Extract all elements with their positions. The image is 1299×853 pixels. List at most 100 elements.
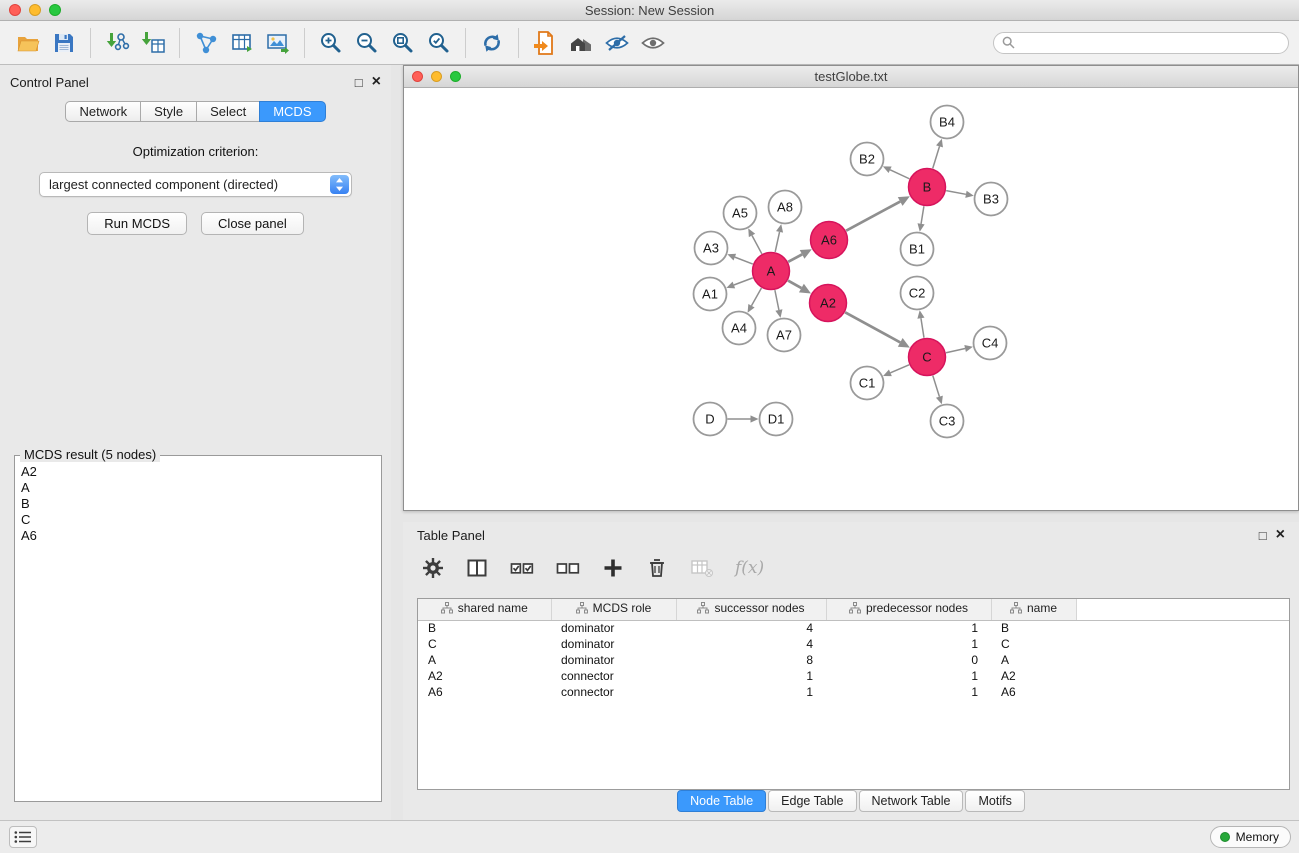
svg-text:D: D: [705, 412, 714, 427]
save-session-button[interactable]: [46, 26, 82, 60]
run-mcds-button[interactable]: Run MCDS: [87, 212, 187, 235]
graph-node-C3[interactable]: C3: [931, 405, 964, 438]
criterion-dropdown[interactable]: largest connected component (directed): [39, 172, 352, 197]
tab-style[interactable]: Style: [140, 101, 196, 122]
network-graph[interactable]: B4 B2 B B3 A5 A8 A6 A3 B1 A C2 A1 A2 A4 A7 C4 C C1 D D1 C3: [404, 89, 1298, 510]
search-input[interactable]: [1020, 36, 1280, 50]
graph-node-A4[interactable]: A4: [723, 312, 756, 345]
network-window-titlebar[interactable]: testGlobe.txt: [404, 66, 1298, 88]
graph-node-B3[interactable]: B3: [975, 183, 1008, 216]
table-settings-button[interactable]: [421, 556, 445, 580]
minimize-window-icon[interactable]: [29, 4, 41, 16]
column-header[interactable]: predecessor nodes: [826, 599, 991, 620]
refresh-view-button[interactable]: [474, 26, 510, 60]
mcds-result-item[interactable]: A: [21, 480, 375, 496]
tab-network-table[interactable]: Network Table: [859, 790, 964, 812]
graph-node-B[interactable]: B: [909, 169, 946, 206]
graph-node-C[interactable]: C: [909, 339, 946, 376]
close-table-panel-icon[interactable]: ×: [1276, 529, 1285, 541]
graph-node-A6[interactable]: A6: [811, 222, 848, 259]
table-row[interactable]: A6connector11A6: [418, 684, 1289, 700]
close-view-icon[interactable]: [412, 71, 423, 82]
minimize-view-icon[interactable]: [431, 71, 442, 82]
table-row[interactable]: Cdominator41C: [418, 636, 1289, 652]
float-table-panel-icon[interactable]: □: [1259, 528, 1267, 543]
graph-node-B1[interactable]: B1: [901, 233, 934, 266]
tab-node-table[interactable]: Node Table: [677, 790, 766, 812]
delete-column-button[interactable]: [645, 556, 669, 580]
maximize-view-icon[interactable]: [450, 71, 461, 82]
home-overview-button[interactable]: [563, 26, 599, 60]
export-image-button[interactable]: [260, 26, 296, 60]
maximize-window-icon[interactable]: [49, 4, 61, 16]
close-panel-button[interactable]: Close panel: [201, 212, 304, 235]
zoom-in-button[interactable]: [313, 26, 349, 60]
table-row[interactable]: Adominator80A: [418, 652, 1289, 668]
graph-node-B4[interactable]: B4: [931, 106, 964, 139]
deselect-all-button[interactable]: [555, 556, 581, 580]
mcds-result-item[interactable]: C: [21, 512, 375, 528]
svg-text:B: B: [923, 180, 932, 195]
graph-node-A2[interactable]: A2: [810, 285, 847, 322]
table-row[interactable]: Bdominator41B: [418, 620, 1289, 636]
show-columns-button[interactable]: [465, 556, 489, 580]
zoom-out-button[interactable]: [349, 26, 385, 60]
tab-network[interactable]: Network: [65, 101, 140, 122]
column-sort-icon: [697, 602, 709, 614]
mcds-result-item[interactable]: A6: [21, 528, 375, 544]
close-window-icon[interactable]: [9, 4, 21, 16]
new-network-button[interactable]: [188, 26, 224, 60]
tab-select[interactable]: Select: [196, 101, 259, 122]
column-header[interactable]: successor nodes: [676, 599, 826, 620]
open-session-button[interactable]: [10, 26, 46, 60]
image-export-icon: [265, 30, 291, 56]
mcds-result-title: MCDS result (5 nodes): [20, 447, 160, 462]
tab-mcds[interactable]: MCDS: [259, 101, 325, 122]
graph-node-C4[interactable]: C4: [974, 327, 1007, 360]
graph-node-A3[interactable]: A3: [695, 232, 728, 265]
graph-node-A5[interactable]: A5: [724, 197, 757, 230]
graph-node-A7[interactable]: A7: [768, 319, 801, 352]
graph-node-B2[interactable]: B2: [851, 143, 884, 176]
tab-motifs[interactable]: Motifs: [965, 790, 1024, 812]
column-header[interactable]: MCDS role: [551, 599, 676, 620]
zoom-selected-button[interactable]: [421, 26, 457, 60]
graph-node-D1[interactable]: D1: [760, 403, 793, 436]
zoom-fit-button[interactable]: [385, 26, 421, 60]
tab-edge-table[interactable]: Edge Table: [768, 790, 856, 812]
search-field[interactable]: [993, 32, 1289, 54]
column-sort-icon: [576, 602, 588, 614]
graph-node-D[interactable]: D: [694, 403, 727, 436]
column-sort-icon: [1010, 602, 1022, 614]
import-table-disabled-button: [689, 556, 715, 580]
import-table-button[interactable]: [135, 26, 171, 60]
import-network-button[interactable]: [99, 26, 135, 60]
zoom-in-icon: [318, 30, 344, 56]
plus-icon: [601, 556, 625, 580]
graph-node-C2[interactable]: C2: [901, 277, 934, 310]
column-header[interactable]: shared name: [418, 599, 551, 620]
float-panel-icon[interactable]: □: [355, 75, 363, 90]
node-table[interactable]: shared nameMCDS rolesuccessor nodesprede…: [417, 598, 1290, 790]
graph-node-C1[interactable]: C1: [851, 367, 884, 400]
export-document-button[interactable]: [527, 26, 563, 60]
gear-icon: [421, 556, 445, 580]
show-details-button[interactable]: [635, 26, 671, 60]
mcds-result-item[interactable]: B: [21, 496, 375, 512]
network-canvas[interactable]: B4 B2 B B3 A5 A8 A6 A3 B1 A C2 A1 A2 A4 A7 C4 C C1 D D1 C3: [404, 89, 1298, 510]
show-panel-list-button[interactable]: [9, 826, 37, 848]
mcds-result-groupbox: MCDS result (5 nodes) A2ABCA6: [14, 455, 382, 802]
memory-button[interactable]: Memory: [1210, 826, 1291, 848]
graph-node-A[interactable]: A: [753, 253, 790, 290]
hide-details-button[interactable]: [599, 26, 635, 60]
new-network-table-button[interactable]: [224, 26, 260, 60]
column-header[interactable]: name: [991, 599, 1076, 620]
graph-node-A1[interactable]: A1: [694, 278, 727, 311]
graph-node-A8[interactable]: A8: [769, 191, 802, 224]
table-row[interactable]: A2connector11A2: [418, 668, 1289, 684]
mcds-result-item[interactable]: A2: [21, 464, 375, 480]
close-panel-icon[interactable]: ×: [372, 76, 381, 88]
add-column-button[interactable]: [601, 556, 625, 580]
dropdown-stepper-icon: [330, 175, 349, 194]
select-all-button[interactable]: [509, 556, 535, 580]
